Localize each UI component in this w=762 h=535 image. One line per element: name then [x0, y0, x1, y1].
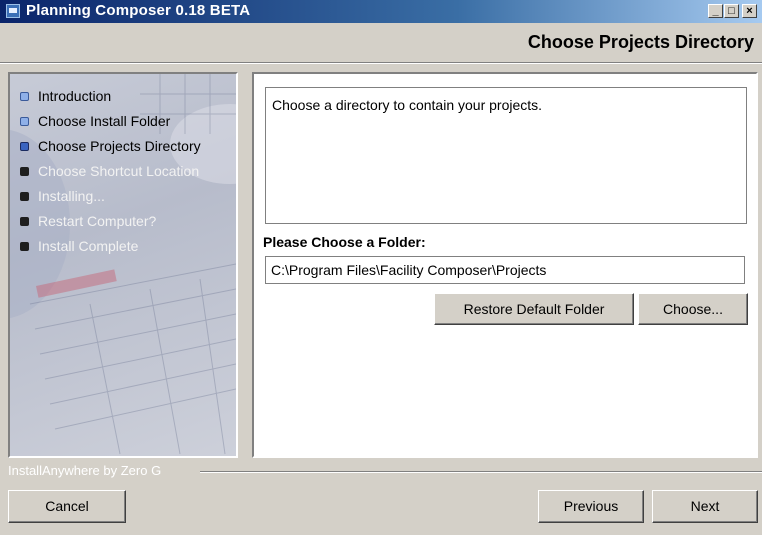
step-bullet-icon	[20, 92, 29, 101]
step-bullet-icon	[20, 167, 29, 176]
cancel-button[interactable]: Cancel	[8, 490, 126, 523]
message-box: Choose a directory to contain your proje…	[265, 87, 747, 224]
maximize-button[interactable]: □	[724, 4, 739, 18]
next-button[interactable]: Next	[652, 490, 758, 523]
content-panel: Choose a directory to contain your proje…	[252, 72, 758, 458]
brand-label: InstallAnywhere by Zero G	[8, 463, 162, 478]
step-bullet-icon	[20, 217, 29, 226]
previous-button[interactable]: Previous	[538, 490, 644, 523]
step-bullet-icon	[20, 117, 29, 126]
folder-path-input[interactable]: C:\Program Files\Facility Composer\Proje…	[265, 256, 745, 284]
step-label: Install Complete	[38, 238, 139, 254]
page-title: Choose Projects Directory	[527, 32, 754, 52]
choose-folder-button[interactable]: Choose...	[638, 293, 748, 325]
step-label: Restart Computer?	[38, 213, 157, 229]
footer-divider-highlight	[200, 472, 762, 473]
instruction-text: Choose a directory to contain your proje…	[272, 97, 543, 113]
step-label: Choose Projects Directory	[38, 138, 201, 154]
decorative-background-art	[10, 74, 236, 455]
restore-default-folder-button[interactable]: Restore Default Folder	[434, 293, 634, 325]
step-label: Choose Install Folder	[38, 113, 171, 129]
folder-path-value: C:\Program Files\Facility Composer\Proje…	[271, 262, 547, 278]
step-label: Choose Shortcut Location	[38, 163, 200, 179]
app-icon[interactable]	[6, 4, 20, 18]
minimize-button[interactable]: _	[708, 4, 723, 18]
installer-window: Planning Composer 0.18 BETA _ □ × Choose…	[0, 0, 762, 535]
folder-label: Please Choose a Folder:	[263, 234, 426, 250]
step-label: Installing...	[38, 188, 105, 204]
title-bar[interactable]: Planning Composer 0.18 BETA _ □ ×	[0, 0, 762, 23]
step-bullet-icon	[20, 142, 29, 151]
close-button[interactable]: ×	[742, 4, 757, 18]
header-divider-highlight	[0, 63, 762, 64]
step-label: Introduction	[38, 88, 112, 104]
steps-panel: Introduction Choose Install Folder Choos…	[8, 72, 238, 458]
step-bullet-icon	[20, 242, 29, 251]
window-title: Planning Composer 0.18 BETA	[26, 2, 251, 19]
step-bullet-icon	[20, 192, 29, 201]
